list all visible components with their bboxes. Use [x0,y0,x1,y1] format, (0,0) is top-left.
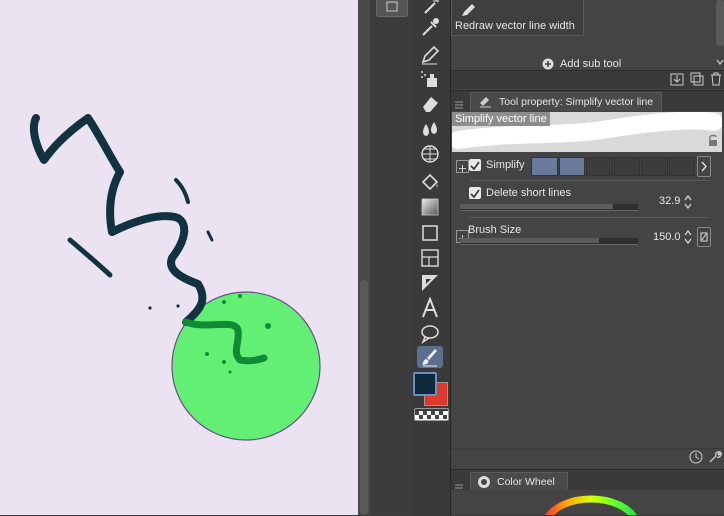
eraser-icon [423,97,438,112]
ruler-tool[interactable] [417,272,443,294]
up-down-arrows-icon [684,230,692,244]
transparent-color-swatch[interactable] [414,408,449,421]
simplify-segment[interactable] [668,157,695,176]
add-subtool-label: Add sub tool [560,58,622,70]
figure-tool[interactable] [417,222,443,244]
slider-fill [460,238,599,243]
main-color-swatch[interactable] [413,372,437,396]
speech-balloon-icon [421,325,439,344]
magic-wand-tool[interactable] [417,0,443,14]
grid-globe-icon [421,145,439,163]
delete-short-lines-value: 32.9 [659,195,681,207]
gradient-tool[interactable] [417,196,443,218]
eyedropper-tool[interactable] [417,16,443,38]
duplicate-subtool-icon[interactable] [690,72,704,86]
slider-fill [460,204,614,209]
checkerboard-icon [415,411,448,420]
frame-border-icon [421,249,439,267]
add-subtool-button[interactable]: Add sub tool [542,58,621,70]
delete-short-lines-slider[interactable] [460,204,638,211]
airbrush-icon [421,71,437,87]
delete-short-lines-stepper[interactable] [683,194,693,210]
hue-ring-graphic [545,495,637,515]
reset-icon[interactable] [689,450,703,464]
text-tool[interactable] [417,297,443,319]
frame-tool[interactable] [417,247,443,269]
subtool-scroll-down-icon[interactable] [716,54,724,65]
simplify-checkbox[interactable] [469,159,481,171]
color-wheel-area[interactable] [451,490,724,515]
rectangle-icon [422,225,438,241]
blend-drops-icon [423,122,437,136]
simplify-segment[interactable] [531,157,558,176]
plus-circle-icon [542,58,554,70]
airbrush-tool[interactable] [417,68,443,90]
delete-short-lines-label: Delete short lines [486,187,571,199]
paint-bucket-icon [421,173,439,191]
balloon-tool[interactable] [417,322,443,344]
palette-column [370,0,413,515]
simplify-segment[interactable] [558,157,585,176]
divider [470,217,710,218]
tool-property-title: Tool property: Simplify vector line [499,96,654,108]
brush-size-stepper[interactable] [683,229,693,245]
divider [470,180,710,181]
magic-wand-icon [424,0,439,14]
brush-size-pressure-button[interactable] [697,227,711,247]
chevron-right-icon [701,161,707,172]
delete-short-lines-checkbox[interactable] [469,187,481,199]
blend-tool[interactable] [417,118,443,140]
tab-color-wheel[interactable]: Color Wheel [470,472,568,491]
brush-size-slider[interactable] [460,238,638,245]
import-subtool-icon[interactable] [670,72,684,86]
color-wheel-icon [478,476,490,488]
layer-icon [386,1,398,12]
correct-line-tool[interactable] [417,346,443,368]
pressure-icon [700,232,708,242]
canvas-scrollbar-thumb[interactable] [360,280,368,515]
simplify-segment[interactable] [641,157,668,176]
eyedropper-icon [422,18,439,36]
simplify-segment[interactable] [613,157,640,176]
simplify-segment[interactable] [586,157,613,176]
preview-label: Simplify vector line [452,112,550,126]
drag-handle-icon[interactable] [455,96,463,109]
pen-icon [421,45,440,65]
subtool-item-label: Redraw vector line width [455,20,575,32]
palette-tile-button[interactable] [376,0,408,17]
eraser-tool[interactable] [417,93,443,115]
pen-tool[interactable] [417,44,443,66]
checkmark-icon [470,189,480,199]
up-down-arrows-icon [684,195,692,209]
color-wheel-title: Color Wheel [497,476,555,488]
fill-tool[interactable] [417,172,443,194]
lock-icon[interactable] [707,134,719,148]
canvas-artwork [29,114,321,441]
grid-tool[interactable] [417,143,443,165]
correct-line-brush-icon [422,349,437,367]
tool-property-footer [451,448,724,469]
tool-property-icon [480,97,491,108]
redraw-width-icon [462,4,475,16]
brush-preview: Simplify vector line [452,112,722,152]
drag-handle-icon[interactable] [455,479,463,492]
tab-tool-property[interactable]: Tool property: Simplify vector line [470,92,662,111]
wrench-icon[interactable] [708,450,722,464]
simplify-expand-button[interactable] [456,160,469,173]
text-a-icon [422,297,438,318]
ruler-triangle-icon [422,275,438,291]
subtool-item[interactable]: Redraw vector line width [451,0,584,36]
plus-icon [459,165,466,172]
checkmark-icon [470,161,480,171]
simplify-label: Simplify [486,159,525,171]
drawing-canvas[interactable] [0,0,358,515]
brush-size-value: 150.0 [653,231,681,243]
simplify-next-button[interactable] [697,156,711,177]
subtool-scrollbar[interactable] [716,0,724,46]
simplify-slider[interactable] [531,157,695,176]
brush-size-label: Brush Size [468,224,522,236]
gradient-icon [421,198,439,216]
trash-icon[interactable] [709,72,723,86]
